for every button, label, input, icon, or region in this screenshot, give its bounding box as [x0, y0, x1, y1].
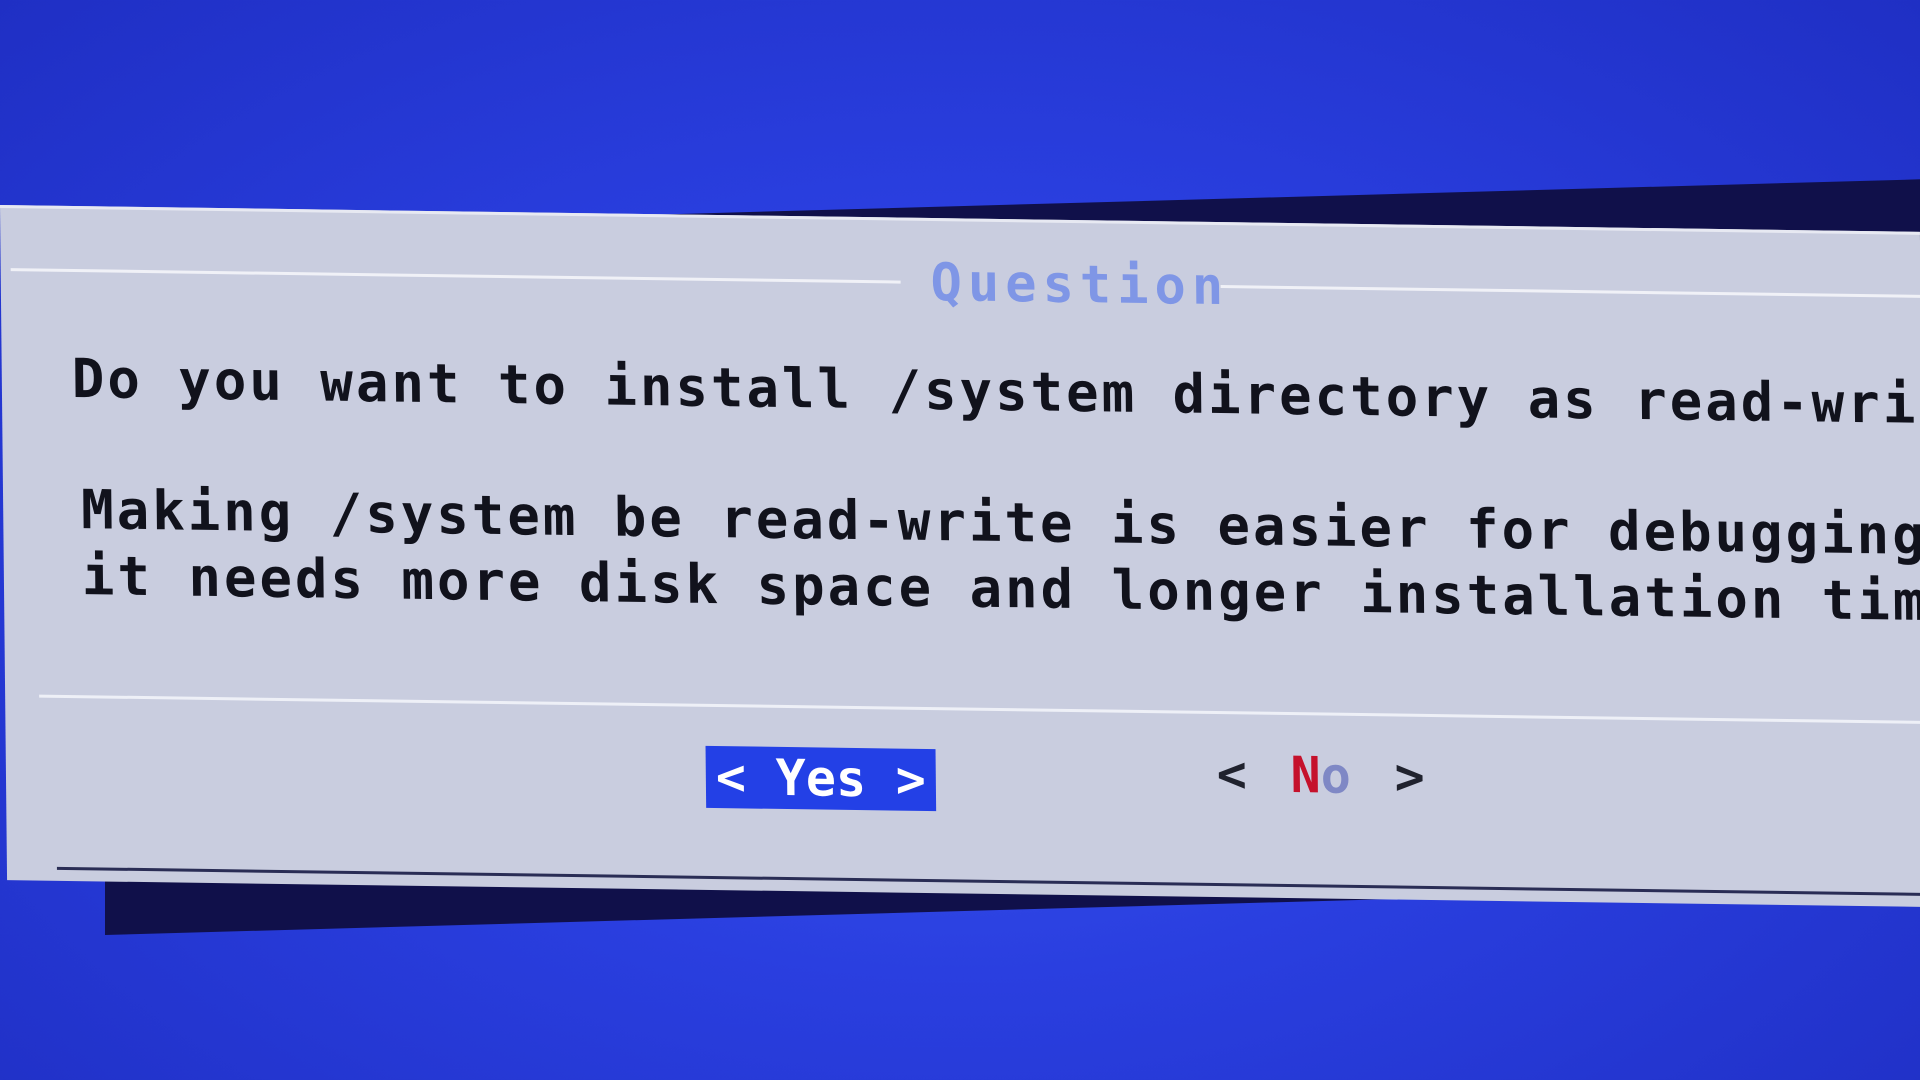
chevron-right-icon: >	[1394, 747, 1426, 806]
title-rule-left	[10, 268, 901, 284]
no-button-label: No	[1290, 746, 1351, 805]
no-button[interactable]: < No >	[1210, 743, 1431, 808]
dialog-body: Question Do you want to install /system …	[10, 246, 1920, 907]
dialog-title: Question	[930, 252, 1230, 318]
chevron-right-icon: >	[895, 750, 927, 809]
installer-screen: Question Do you want to install /system …	[0, 0, 1920, 1080]
title-rule-right	[1220, 285, 1920, 298]
yes-button-label: Yes	[775, 748, 867, 809]
chevron-left-icon: <	[1216, 745, 1248, 804]
info-text: Making /system be read-write is easier f…	[81, 477, 1920, 637]
no-label-rest: o	[1320, 746, 1352, 805]
no-hotkey-letter: N	[1290, 746, 1322, 805]
question-dialog: Question Do you want to install /system …	[0, 205, 1920, 907]
yes-button[interactable]: < Yes >	[705, 745, 937, 812]
question-text: Do you want to install /system directory…	[71, 347, 1920, 438]
chevron-left-icon: <	[715, 748, 747, 807]
button-separator	[39, 694, 1920, 724]
